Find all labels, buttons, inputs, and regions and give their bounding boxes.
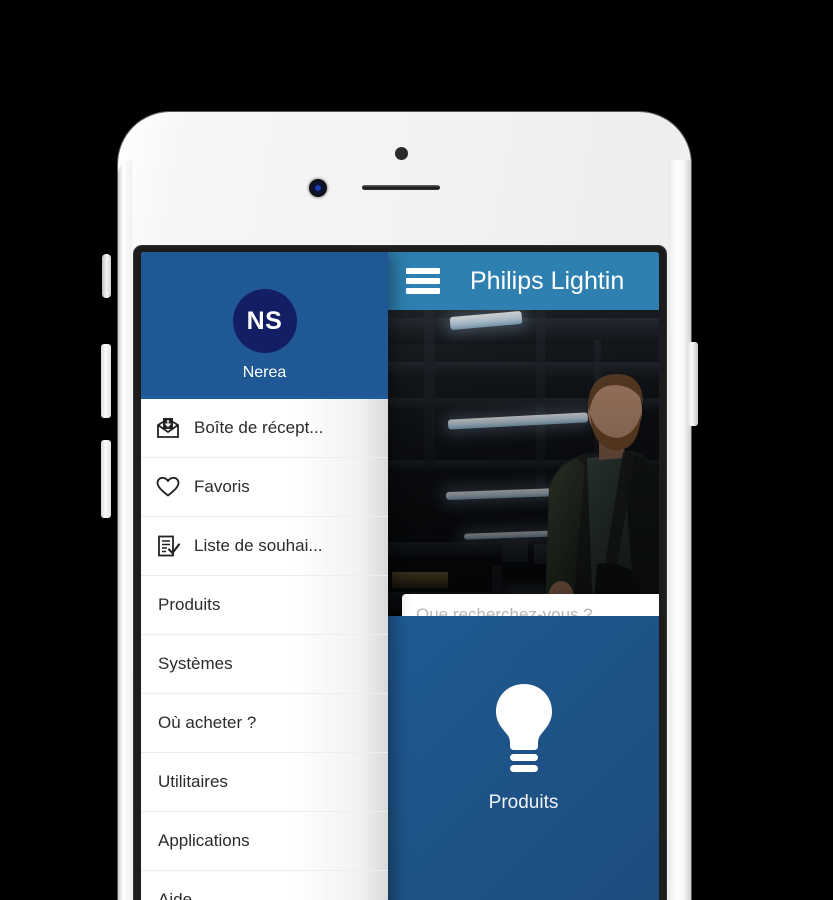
drawer-header: NS Nerea [141, 252, 388, 396]
profile-name: Nerea [242, 364, 287, 381]
sidebar-item-applications[interactable]: Applications [141, 812, 388, 871]
earpiece-speaker-icon [362, 185, 440, 190]
sidebar-item-label: Utilitaires [158, 772, 228, 791]
inbox-icon [156, 417, 194, 439]
navigation-drawer: NS Nerea Boîte de récept... Favoris List… [141, 252, 388, 900]
avatar[interactable]: NS [232, 289, 297, 353]
app-top-bar: Philips Lightin [388, 252, 659, 310]
volume-down-button[interactable] [101, 440, 111, 518]
drawer-menu-list: Boîte de récept... Favoris Liste de souh… [141, 399, 388, 900]
sidebar-item-favoris[interactable]: Favoris [141, 458, 388, 517]
lightbulb-icon [495, 684, 552, 772]
products-tile-area: Produits [388, 616, 659, 900]
proximity-sensor-icon [395, 147, 408, 160]
sidebar-item-label: Systèmes [158, 654, 233, 673]
heart-icon [156, 476, 194, 498]
sidebar-item-aide[interactable]: Aide [141, 871, 388, 900]
sidebar-item-label: Où acheter ? [158, 713, 257, 732]
app-title: Philips Lightin [470, 266, 625, 295]
tile-products[interactable]: Produits [388, 682, 659, 814]
phone-left-edge [118, 160, 132, 900]
hero-image [388, 310, 659, 616]
sidebar-item-label: Liste de souhai... [194, 536, 323, 555]
phone-screen: Philips Lightin Que recherchez-vous ? Pr… [141, 252, 659, 900]
sidebar-item-label: Aide [158, 890, 193, 900]
sidebar-item-inbox[interactable]: Boîte de récept... [141, 399, 388, 458]
sidebar-item-label: Favoris [194, 477, 250, 496]
search-input[interactable] [402, 594, 659, 616]
app-content-pane: Philips Lightin Que recherchez-vous ? Pr… [388, 252, 659, 900]
screenshot-stage: Philips Lightin Que recherchez-vous ? Pr… [0, 0, 833, 900]
sidebar-item-label: Applications [158, 831, 250, 850]
silent-switch-button[interactable] [102, 254, 111, 298]
wishlist-icon [156, 535, 194, 557]
hero-overlay [388, 310, 659, 616]
sidebar-item-wishlist[interactable]: Liste de souhai... [141, 517, 388, 576]
sidebar-item-ou-acheter[interactable]: Où acheter ? [141, 694, 388, 753]
volume-up-button[interactable] [101, 344, 111, 418]
tile-label: Produits [488, 792, 559, 813]
sidebar-item-utilitaires[interactable]: Utilitaires [141, 753, 388, 812]
front-camera-icon [309, 179, 327, 197]
hamburger-menu-icon[interactable] [406, 268, 440, 294]
sidebar-item-label: Boîte de récept... [194, 418, 324, 437]
search-bar [402, 594, 659, 616]
sidebar-item-systemes[interactable]: Systèmes [141, 635, 388, 694]
power-button[interactable] [688, 342, 698, 426]
sidebar-item-label: Produits [158, 595, 221, 614]
phone-right-edge [668, 160, 691, 900]
sidebar-item-produits[interactable]: Produits [141, 576, 388, 635]
